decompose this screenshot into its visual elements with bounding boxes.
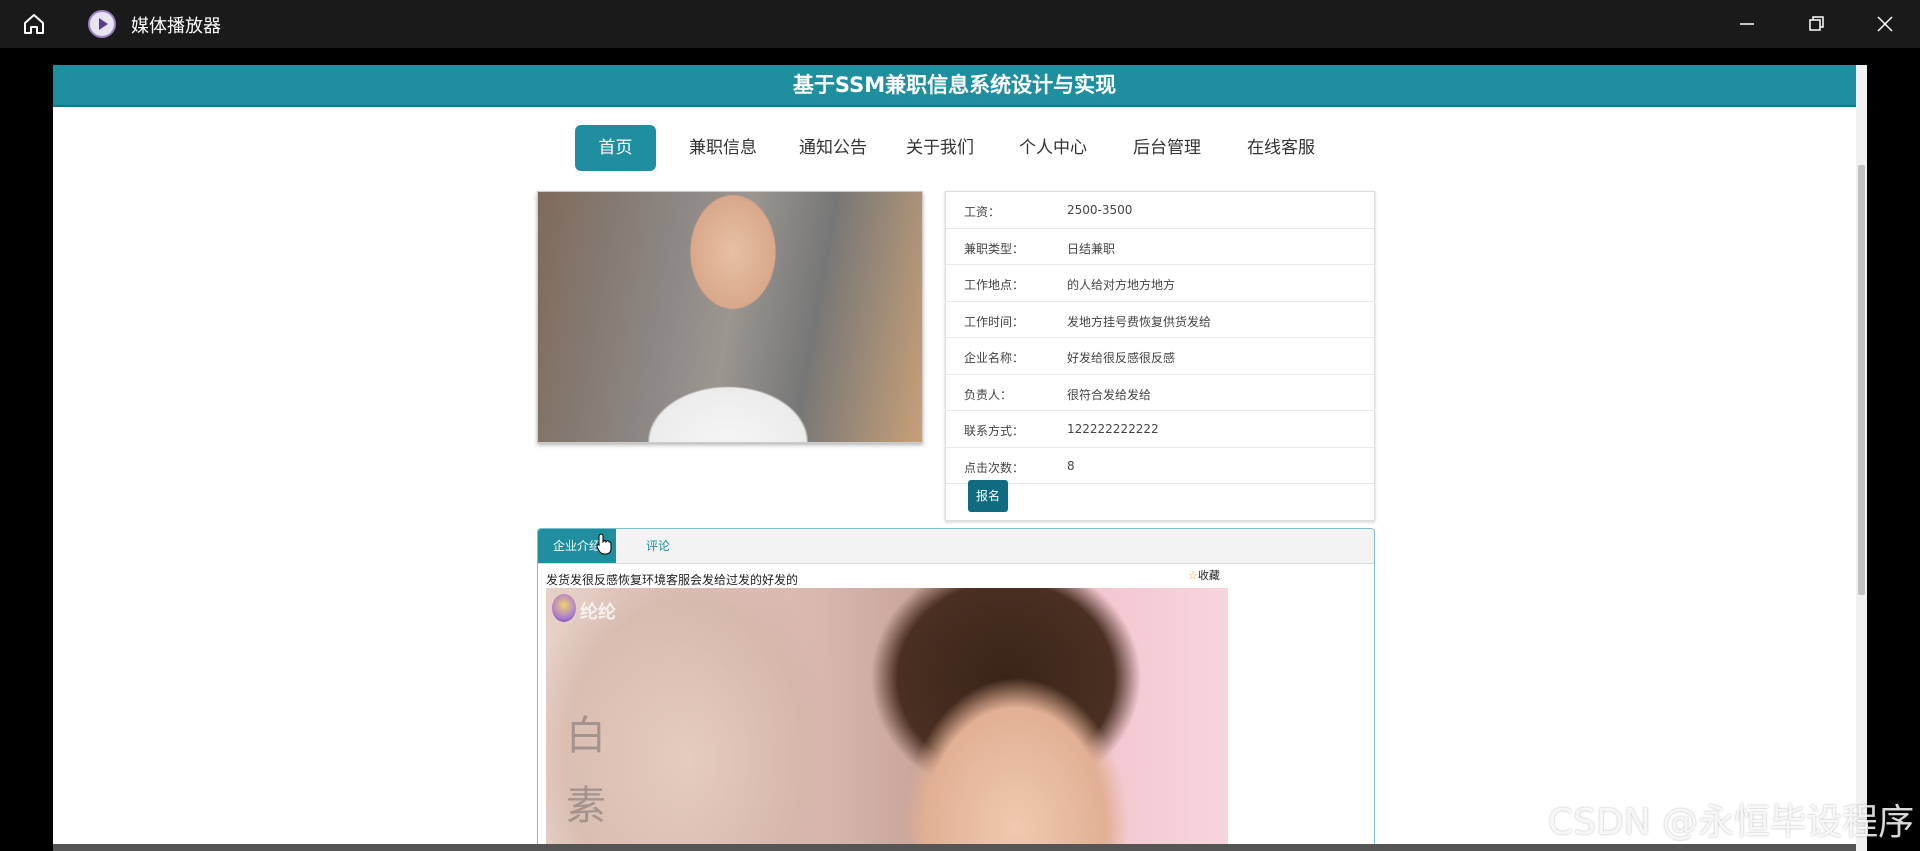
home-icon[interactable]	[22, 12, 46, 36]
detail-label: 企业名称：	[964, 351, 1025, 365]
video-caption-char: 白	[566, 713, 606, 759]
favorite-label: 收藏	[1197, 569, 1220, 582]
page-scrollbar[interactable]	[1856, 65, 1867, 851]
detail-value: 2500-3500	[1067, 203, 1133, 217]
video-logo-icon	[552, 594, 576, 622]
detail-row-contact-person: 负责人： 很符合发给发给	[946, 375, 1374, 411]
nav-item-support[interactable]: 在线客服	[1236, 125, 1326, 171]
window-titlebar: 媒体播放器	[0, 0, 1920, 48]
media-controls-edge	[53, 844, 1856, 851]
job-details-panel: 工资： 2500-3500 兼职类型： 日结兼职 工作地点： 的人给对方地方地方…	[945, 191, 1375, 521]
company-intro-text: 发货发很反感恢复环境客服会发给过发的好发的	[546, 573, 799, 587]
video-logo-text: 纶纶	[580, 602, 616, 623]
detail-label: 点击次数：	[964, 460, 1025, 475]
content-tabs: 企业介绍 评论 发货发很反感恢复环境客服会发给过发的好发的 ☆收藏 纶纶 白 素	[537, 528, 1375, 851]
detail-value: 发地方挂号费恢复供货发给	[1067, 314, 1212, 329]
intro-video-image: 纶纶 白 素	[546, 588, 1228, 851]
main-nav: 首页 兼职信息 通知公告 关于我们 个人中心 后台管理 在线客服	[53, 125, 1856, 171]
detail-label: 工作时间：	[964, 314, 1025, 329]
detail-row-location: 工作地点： 的人给对方地方地方	[946, 265, 1374, 302]
detail-value: 的人给对方地方地方	[1067, 278, 1176, 292]
nav-item-jobs[interactable]: 兼职信息	[673, 125, 773, 171]
nav-item-profile[interactable]: 个人中心	[1008, 125, 1098, 171]
detail-row-clicks: 点击次数： 8	[946, 448, 1374, 484]
detail-label: 联系方式：	[964, 424, 1025, 438]
favorite-button[interactable]: ☆收藏	[1188, 567, 1220, 583]
detail-label: 负责人：	[964, 387, 1013, 402]
scrollbar-thumb[interactable]	[1858, 165, 1865, 595]
detail-label: 兼职类型：	[964, 241, 1025, 256]
detail-value: 很符合发给发给	[1067, 387, 1152, 402]
site-title: 基于SSM兼职信息系统设计与实现	[53, 65, 1856, 107]
detail-value: 122222222222	[1067, 422, 1159, 436]
detail-row-time: 工作时间： 发地方挂号费恢复供货发给	[946, 302, 1374, 338]
job-photo	[537, 191, 923, 443]
hand-cursor-icon	[596, 533, 612, 555]
window-title: 媒体播放器	[131, 16, 221, 37]
detail-label: 工作地点：	[964, 278, 1025, 292]
detail-label: 工资：	[964, 205, 1001, 219]
detail-value: 好发给很反感很反感	[1067, 351, 1176, 365]
media-player-icon	[88, 10, 116, 38]
detail-row-type: 兼职类型： 日结兼职	[946, 229, 1374, 265]
nav-item-home[interactable]: 首页	[575, 125, 656, 171]
nav-item-admin[interactable]: 后台管理	[1122, 125, 1212, 171]
minimize-icon[interactable]	[1735, 12, 1759, 36]
tab-bar: 企业介绍 评论	[538, 529, 1374, 564]
signup-button[interactable]: 报名	[968, 480, 1008, 512]
tab-comments[interactable]: 评论	[628, 529, 688, 563]
nav-item-notices[interactable]: 通知公告	[788, 125, 878, 171]
detail-row-phone: 联系方式： 122222222222	[946, 411, 1374, 448]
star-icon: ☆	[1188, 569, 1198, 582]
detail-row-salary: 工资： 2500-3500	[946, 192, 1374, 229]
detail-value: 日结兼职	[1067, 241, 1116, 256]
browser-content: 基于SSM兼职信息系统设计与实现 首页 兼职信息 通知公告 关于我们 个人中心 …	[53, 65, 1856, 851]
detail-row-company: 企业名称： 好发给很反感很反感	[946, 338, 1374, 375]
restore-icon[interactable]	[1804, 12, 1828, 36]
watermark: CSDN @永恒毕设程序	[1548, 802, 1915, 843]
video-caption-char: 素	[566, 783, 606, 829]
close-icon[interactable]	[1873, 12, 1897, 36]
nav-item-about[interactable]: 关于我们	[895, 125, 985, 171]
detail-value: 8	[1067, 458, 1075, 473]
